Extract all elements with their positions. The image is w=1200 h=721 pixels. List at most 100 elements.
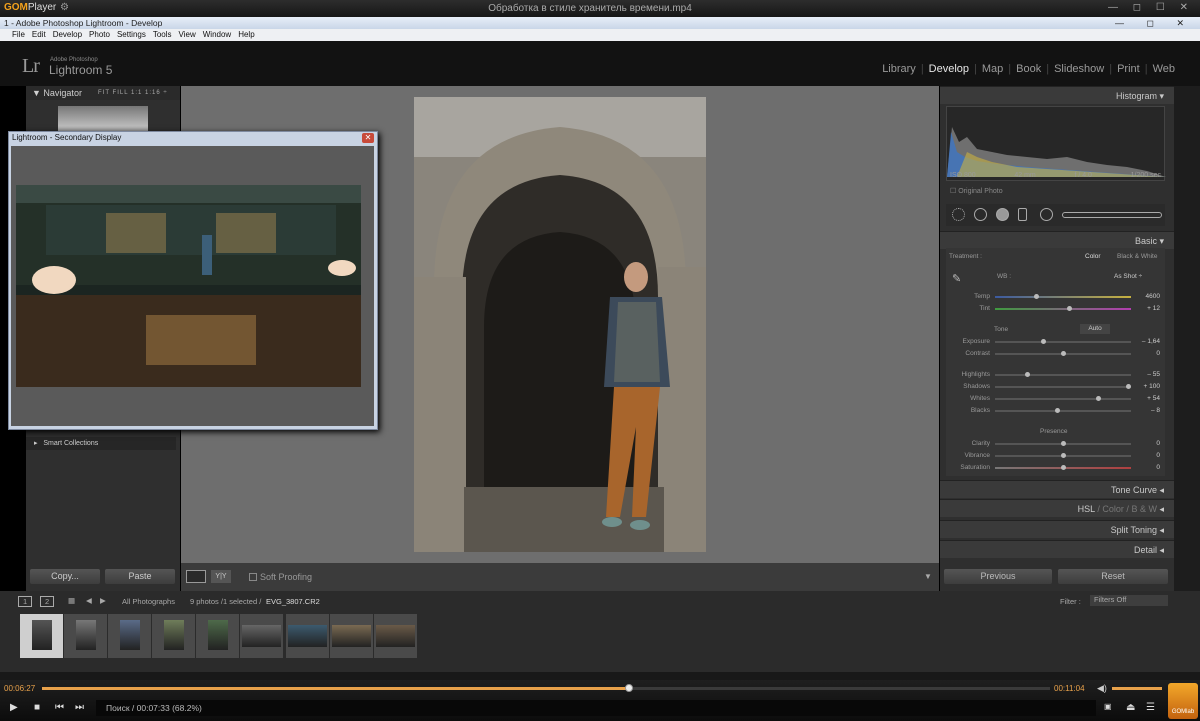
navigator-title: Navigator [43,88,82,98]
adjustment-brush-slider[interactable] [1062,212,1162,218]
page1-button[interactable]: 1 [18,596,33,607]
tone-curve-header[interactable]: Tone Curve ◂ [940,480,1174,498]
smart-collections[interactable]: ▸ Smart Collections [26,437,176,450]
play-icon[interactable]: ▶ [10,702,18,713]
histogram-graph [947,127,1166,177]
eject-icon[interactable]: ⏏ [1126,702,1135,713]
gomlab-button[interactable]: GOMlab [1168,683,1198,719]
volume-slider[interactable] [1112,687,1162,690]
module-slideshow[interactable]: Slideshow [1049,63,1109,75]
page2-button[interactable]: 2 [40,596,55,607]
detail-header[interactable]: Detail ◂ [940,540,1174,558]
histogram-header[interactable]: Histogram ▾ [940,86,1174,104]
treatment-color[interactable]: Color [1085,253,1101,260]
menu-edit[interactable]: Edit [32,29,46,41]
menu-view[interactable]: View [179,29,196,41]
before-after-button[interactable]: Y|Y [211,570,231,583]
module-develop[interactable]: Develop [924,63,974,75]
hsl-sep1: / [1097,504,1100,514]
module-library[interactable]: Library [877,63,921,75]
soft-proofing-checkbox[interactable] [249,573,257,581]
menu-photo[interactable]: Photo [89,29,110,41]
main-photo[interactable] [414,97,706,552]
original-photo-toggle[interactable]: ☐ Original Photo [950,187,1003,195]
hsl-color[interactable]: Color [1102,504,1124,514]
slider-knob-whites[interactable] [1095,396,1101,401]
slider-track-blacks[interactable] [995,410,1131,412]
navigator-zoom-options[interactable]: FIT FILL 1:1 1:16 ÷ [98,86,168,100]
menu-window[interactable]: Window [203,29,231,41]
filmstrip-thumbnail[interactable] [64,614,107,658]
filmstrip-bar: 1 2 ▦ ◀ ▶ All Photographs 9 photos /1 se… [0,591,1200,611]
wb-value[interactable]: As Shot ÷ [1114,273,1142,280]
next-icon[interactable]: ⏭ [75,702,84,713]
crop-icon[interactable] [952,208,965,221]
filmstrip-thumbnail[interactable] [20,614,63,658]
previous-button[interactable]: Previous [944,569,1052,584]
filmstrip-thumbnail[interactable] [240,614,283,658]
back-arrow-icon[interactable]: ◀ [86,596,92,605]
soft-proofing-label: Soft Proofing [260,572,313,582]
paste-button[interactable]: Paste [105,569,175,584]
copy-button[interactable]: Copy... [30,569,100,584]
reset-button[interactable]: Reset [1058,569,1168,584]
auto-button[interactable]: Auto [1080,324,1110,334]
slider-knob-contrast[interactable] [1060,351,1066,356]
filter-select[interactable]: Filters Off [1090,595,1168,606]
hsl-title: HSL [1077,504,1095,514]
filmstrip-thumbnail[interactable] [330,614,373,658]
histogram[interactable] [946,106,1166,181]
module-web[interactable]: Web [1148,63,1180,75]
menu-tools[interactable]: Tools [153,29,172,41]
filmstrip-thumbnail[interactable] [374,614,417,658]
slider-knob-saturation[interactable] [1060,465,1066,470]
slider-knob-exposure[interactable] [1040,339,1046,344]
module-book[interactable]: Book [1011,63,1046,75]
filmstrip-thumbnail[interactable] [152,614,195,658]
hsl-bw[interactable]: B & W [1131,504,1157,514]
slider-track-temp[interactable] [995,296,1131,298]
hsl-header[interactable]: HSL / Color / B & W ◂ [940,499,1174,517]
player-window-controls[interactable]: — ◻ ☐ ✕ [1108,2,1194,13]
filmstrip-thumbnail[interactable] [286,614,329,658]
forward-arrow-icon[interactable]: ▶ [100,596,106,605]
previous-icon[interactable]: ⏮ [55,702,64,713]
split-toning-header[interactable]: Split Toning ◂ [940,520,1174,538]
volume-icon[interactable]: ◀) [1097,683,1107,694]
loupe-view-button[interactable] [186,570,206,583]
menu-file[interactable]: File [12,29,25,41]
screen-ratio-icon[interactable]: ▣ [1104,702,1112,711]
grid-icon[interactable]: ▦ [68,596,75,605]
right-panel-toggle[interactable] [1174,86,1200,591]
toolbar-menu-icon[interactable]: ▼ [924,572,932,581]
slider-track-exposure[interactable] [995,341,1131,343]
seek-handle[interactable] [624,684,633,692]
module-map[interactable]: Map [977,63,1008,75]
slider-knob-clarity[interactable] [1060,441,1066,446]
stop-icon[interactable]: ■ [34,702,40,713]
module-print[interactable]: Print [1112,63,1145,75]
close-icon[interactable]: ✕ [362,133,374,143]
slider-knob-vibrance[interactable] [1060,453,1066,458]
slider-track-tint[interactable] [995,308,1131,310]
filmstrip-thumbnail[interactable] [196,614,239,658]
slider-track-whites[interactable] [995,398,1131,400]
source-label[interactable]: All Photographs [122,597,175,606]
graduated-filter-icon[interactable] [1018,208,1027,221]
selected-filename[interactable]: EVG_3807.CR2 [266,597,320,606]
menu-help[interactable]: Help [238,29,254,41]
basic-header[interactable]: Basic ▾ [940,231,1174,249]
menu-settings[interactable]: Settings [117,29,146,41]
red-eye-icon[interactable] [996,208,1009,221]
spot-removal-icon[interactable] [974,208,987,221]
eyedropper-icon[interactable]: ✎ [952,272,961,285]
slider-value-contrast: 0 [1156,350,1160,357]
filmstrip-thumbnail[interactable] [108,614,151,658]
menu-develop[interactable]: Develop [53,29,82,41]
treatment-bw[interactable]: Black & White [1117,253,1157,260]
app-window-controls[interactable]: — ◻ ✕ [1115,17,1194,29]
radial-filter-icon[interactable] [1040,208,1053,221]
slider-track-shadows[interactable] [995,386,1131,388]
menu-icon[interactable]: ☰ [1146,702,1155,713]
slider-track-highlights[interactable] [995,374,1131,376]
